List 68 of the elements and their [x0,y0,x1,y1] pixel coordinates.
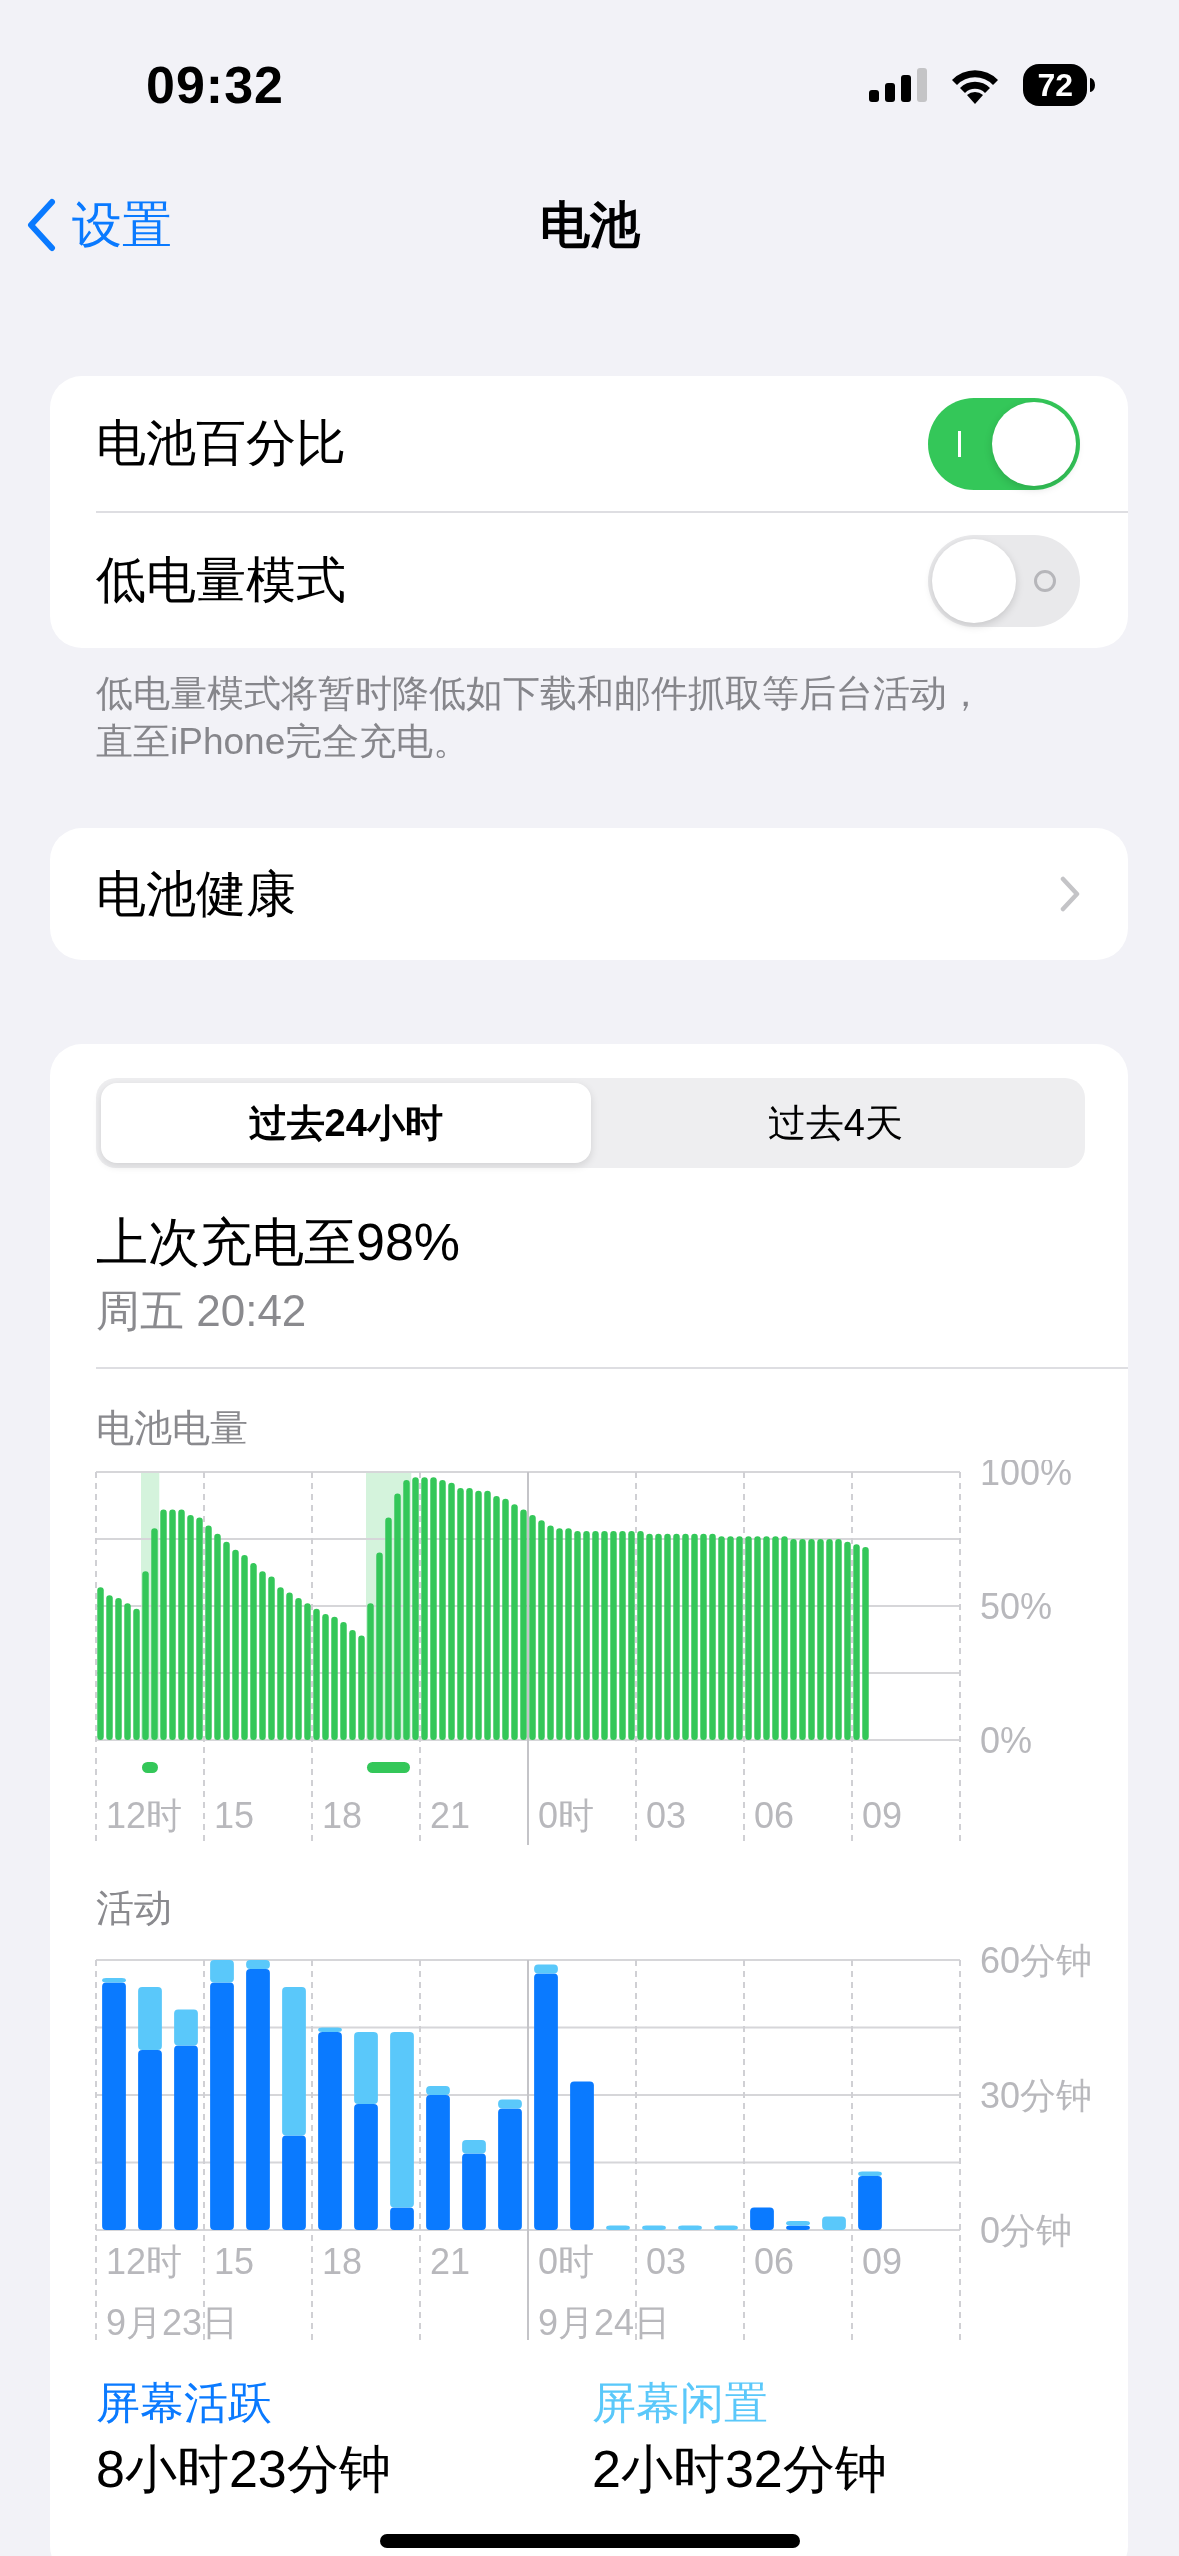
active-bar [750,2207,774,2230]
page-title: 电池 [539,195,640,255]
chevron-left-icon [26,198,56,252]
axis-label: 03 [646,1795,687,1836]
legend-value: 8小时23分钟 [96,2439,391,2500]
legend-label: 屏幕活跃 [96,2377,272,2429]
axis-label: 21 [430,2241,471,2282]
idle-bar [858,2171,882,2176]
idle-bar [822,2216,846,2230]
axis-label: 15 [214,1795,255,1836]
status-time: 09:32 [146,55,284,115]
idle-bar [714,2225,738,2230]
axis-label: 50% [980,1586,1053,1627]
axis-label: 0% [980,1720,1033,1761]
date-label: 9月23日 [106,2302,239,2340]
axis-label: 09 [862,2241,903,2282]
axis-label: 18 [322,2241,363,2282]
footnote: 低电量模式将暂时降低如下载和邮件抓取等后台活动，直至iPhone完全充电。 [96,672,985,764]
idle-bar [534,1964,558,1974]
axis-label: 03 [646,2241,687,2282]
idle-bar [606,2225,630,2230]
chevron-right-icon [1060,876,1080,912]
idle-bar [246,1960,270,1969]
chart-title: 电池电量 [96,1406,249,1451]
battery-tip-icon [1090,78,1095,92]
axis-label: 18 [322,1795,363,1836]
active-bar [390,2207,414,2230]
idle-bar [462,2140,486,2154]
idle-bar [786,2221,810,2226]
idle-bar [642,2225,666,2230]
axis-label: 30分钟 [980,2075,1093,2116]
setting-label: 电池百分比 [96,414,346,473]
row-label: 电池健康 [96,864,296,924]
last-charge-time: 周五 20:42 [96,1285,308,1337]
axis-label: 09 [862,1795,903,1836]
back-button[interactable]: 设置 [26,170,172,280]
idle-bar [678,2225,702,2230]
list-row[interactable]: 电池健康 [50,828,1128,960]
idle-bar [318,2027,342,2032]
idle-bar [102,1978,126,1983]
axis-label: 06 [754,2241,795,2282]
axis-label: 0时 [538,1795,595,1836]
chart-title: 活动 [96,1886,173,1931]
setting-label: 低电量模式 [96,551,346,610]
date-label: 9月24日 [538,2302,671,2340]
axis-label: 15 [214,2241,255,2282]
signal-icon [869,68,928,102]
idle-bar [174,2009,198,2046]
segment-tab[interactable]: 过去4天 [590,1083,1080,1163]
axis-label: 60分钟 [980,1940,1093,1981]
axis-label: 100% [980,1460,1073,1493]
idle-bar [426,2086,450,2095]
segment-tab[interactable]: 过去24小时 [101,1083,591,1163]
active-bar [858,2176,882,2230]
idle-bar [138,1987,162,2050]
idle-bar [498,2099,522,2109]
axis-label: 06 [754,1795,795,1836]
idle-bar [354,2032,378,2104]
legend-label: 屏幕闲置 [592,2377,768,2429]
battery-badge: 72 [1023,64,1087,106]
axis-label: 12时 [106,2241,183,2282]
axis-label: 0分钟 [980,2210,1073,2251]
idle-bar [210,1960,234,1983]
axis-label: 21 [430,1795,471,1836]
axis-label: 12时 [106,1795,183,1836]
legend-value: 2小时32分钟 [592,2439,887,2500]
axis-label: 0时 [538,2241,595,2282]
last-charge-text: 上次充电至98% [96,1212,462,1273]
